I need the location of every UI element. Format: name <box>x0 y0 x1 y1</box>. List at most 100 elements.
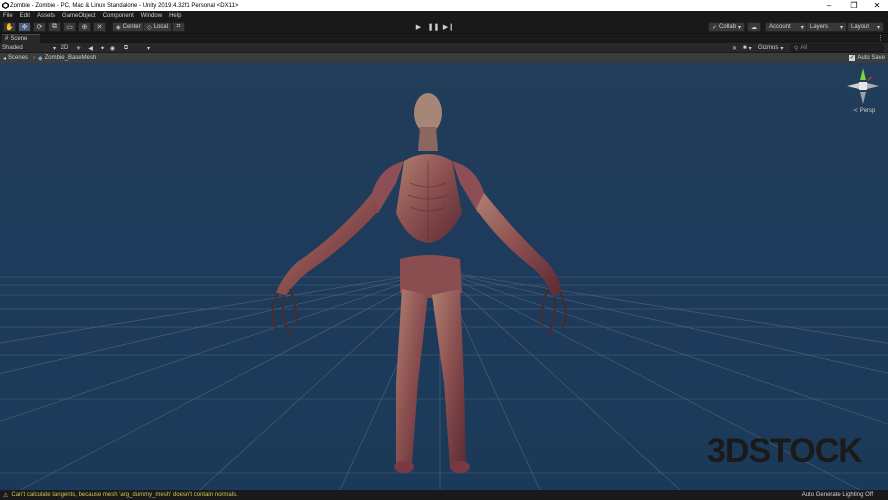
layers-dropdown[interactable]: Layers ▾ <box>806 22 848 32</box>
grid-snap-icon: ⌗ <box>176 23 181 30</box>
main-toolbar: ✋ ✥ ⟳ ⧉ ▭ ⊕ ✕ ◈ Center ◇ Local ⌗ ▶ ❚❚ ▶❙… <box>0 20 888 34</box>
autosave-label: Auto Save <box>857 55 885 61</box>
menu-edit[interactable]: Edit <box>20 13 30 19</box>
grid-snap-button[interactable]: ⌗ <box>172 22 185 32</box>
breadcrumb-prefab[interactable]: ◆ Zombie_BaseMesh <box>38 54 96 62</box>
chevron-down-icon: ▾ <box>840 24 844 31</box>
menu-gameobject[interactable]: GameObject <box>62 13 96 19</box>
hand-tool-button[interactable]: ✋ <box>3 22 16 32</box>
wrench-icon: ✕ <box>731 45 738 52</box>
space-local-toggle[interactable]: ◇ Local <box>143 22 172 32</box>
breadcrumb-separator: › <box>33 55 35 61</box>
unity-logo-icon <box>2 2 9 9</box>
effects-toggle[interactable]: ✦ <box>98 44 107 52</box>
scale-tool-button[interactable]: ⧉ <box>48 22 61 32</box>
zombie-model <box>271 93 567 473</box>
pause-button[interactable]: ❚❚ <box>426 22 441 32</box>
local-icon: ◇ <box>147 24 152 31</box>
account-dropdown[interactable]: Account ▾ <box>765 22 808 32</box>
step-button[interactable]: ▶❙ <box>441 22 456 32</box>
persp-text: Persp <box>859 108 876 114</box>
minimize-button[interactable]: – <box>818 0 840 11</box>
3dstock-watermark-logo: 3DSTOCK <box>707 432 864 468</box>
play-icon: ▶ <box>415 24 422 31</box>
tab-scene[interactable]: # Scene <box>2 34 40 43</box>
speaker-icon: ◀ <box>88 45 93 52</box>
layout-dropdown[interactable]: Layout ▾ <box>847 22 885 32</box>
collab-icon: ✓ <box>712 24 718 31</box>
menu-help[interactable]: Help <box>169 13 181 19</box>
hidden-objects-toggle[interactable]: ◉ <box>108 44 117 52</box>
transform-icon: ⊕ <box>81 24 88 31</box>
lighting-toggle[interactable]: ☀ <box>74 44 83 52</box>
tab-scene-label: Scene <box>10 36 28 42</box>
search-icon: ⚲ <box>794 45 799 52</box>
rotate-icon: ⟳ <box>36 24 43 31</box>
maximize-button[interactable]: ❐ <box>843 0 865 11</box>
2d-label: 2D <box>60 45 69 51</box>
gizmos-dropdown[interactable]: Gizmos ▾ <box>758 44 783 52</box>
checkbox-icon: ✓ <box>849 55 856 61</box>
play-button[interactable]: ▶ <box>411 22 426 32</box>
2d-toggle[interactable]: 2D <box>59 44 70 52</box>
audio-toggle[interactable]: ◀ <box>86 44 95 52</box>
effects-icon: ✦ <box>99 45 106 52</box>
scene-visibility-toggle[interactable]: ⧉ <box>119 44 133 52</box>
rect-tool-button[interactable]: ▭ <box>63 22 76 32</box>
camera-icon: ▾ <box>146 45 150 52</box>
layers-label: Layers <box>810 24 829 30</box>
rotate-tool-button[interactable]: ⟳ <box>33 22 46 32</box>
scene-view-toolbar: Shaded ▾ 2D ☀ ◀ ✦ ◉ ⧉ ▾ ✕ ■ ▾ Gizmos ▾ ⚲ … <box>0 43 888 53</box>
transform-tool-button[interactable]: ⊕ <box>78 22 91 32</box>
custom-tool-button[interactable]: ✕ <box>93 22 106 32</box>
menu-assets[interactable]: Assets <box>37 13 55 19</box>
space-label: Local <box>153 24 168 30</box>
lighting-status[interactable]: Auto Generate Lighting Off <box>802 491 873 499</box>
menu-component[interactable]: Component <box>103 13 134 19</box>
scene-tab-bar: # Scene ⋮ <box>0 34 888 43</box>
breadcrumb-scenes[interactable]: ◂ Scenes <box>3 54 28 62</box>
shading-mode-dropdown[interactable]: Shaded ▾ <box>2 44 56 52</box>
title-bar: Zombie - Zombie - PC, Mac & Linux Standa… <box>0 0 888 11</box>
window-title: Zombie - Zombie - PC, Mac & Linux Standa… <box>10 2 239 9</box>
chevron-down-icon: ▾ <box>52 45 56 52</box>
scene-search-input[interactable]: ⚲ All <box>790 44 884 52</box>
camera-settings-button[interactable]: ▾ <box>144 44 153 52</box>
scale-icon: ⧉ <box>52 23 57 30</box>
warning-text: Can't calculate tangents, because mesh '… <box>11 492 238 498</box>
chevron-down-icon: ▾ <box>800 24 804 31</box>
account-label: Account <box>769 24 791 30</box>
hand-icon: ✋ <box>5 24 14 31</box>
persp-icon: ≺ <box>853 108 859 114</box>
orientation-gizmo[interactable] <box>845 66 881 112</box>
menu-bar: File Edit Assets GameObject Component Wi… <box>0 11 888 20</box>
console-warning[interactable]: ⚠ Can't calculate tangents, because mesh… <box>3 491 238 499</box>
camera-dropdown[interactable]: ■ ▾ <box>743 44 752 52</box>
status-bar: ⚠ Can't calculate tangents, because mesh… <box>0 490 888 500</box>
prefab-label: Zombie_BaseMesh <box>44 55 97 61</box>
gizmos-label: Gizmos <box>758 45 779 51</box>
custom-tool-icon: ✕ <box>96 24 103 31</box>
move-icon: ✥ <box>21 24 28 31</box>
pivot-center-toggle[interactable]: ◈ Center <box>112 22 145 32</box>
camera-icon: ■ <box>743 45 747 51</box>
pivot-label: Center <box>122 24 141 30</box>
scene-viewport[interactable] <box>0 63 888 490</box>
projection-label[interactable]: ≺ Persp <box>853 107 875 114</box>
chevron-down-icon: ▾ <box>877 24 881 31</box>
tab-options-icon[interactable]: ⋮ <box>877 34 884 42</box>
autosave-toggle[interactable]: ✓ Auto Save <box>849 54 885 62</box>
menu-window[interactable]: Window <box>141 13 162 19</box>
light-icon: ☀ <box>75 45 82 52</box>
collab-dropdown[interactable]: ✓ Collab ▾ <box>708 22 746 32</box>
close-button[interactable]: ✕ <box>866 0 888 11</box>
scenes-label: Scenes <box>8 55 29 61</box>
cloud-button[interactable]: ☁ <box>747 22 761 32</box>
menu-file[interactable]: File <box>3 13 13 19</box>
pivot-icon: ◈ <box>116 24 121 31</box>
tools-button[interactable]: ✕ <box>730 44 739 52</box>
prefab-breadcrumb: ◂ Scenes › ◆ Zombie_BaseMesh ✓ Auto Save <box>0 53 888 63</box>
step-icon: ▶❙ <box>442 24 455 31</box>
move-tool-button[interactable]: ✥ <box>18 22 31 32</box>
scene-icon: # <box>5 36 9 42</box>
